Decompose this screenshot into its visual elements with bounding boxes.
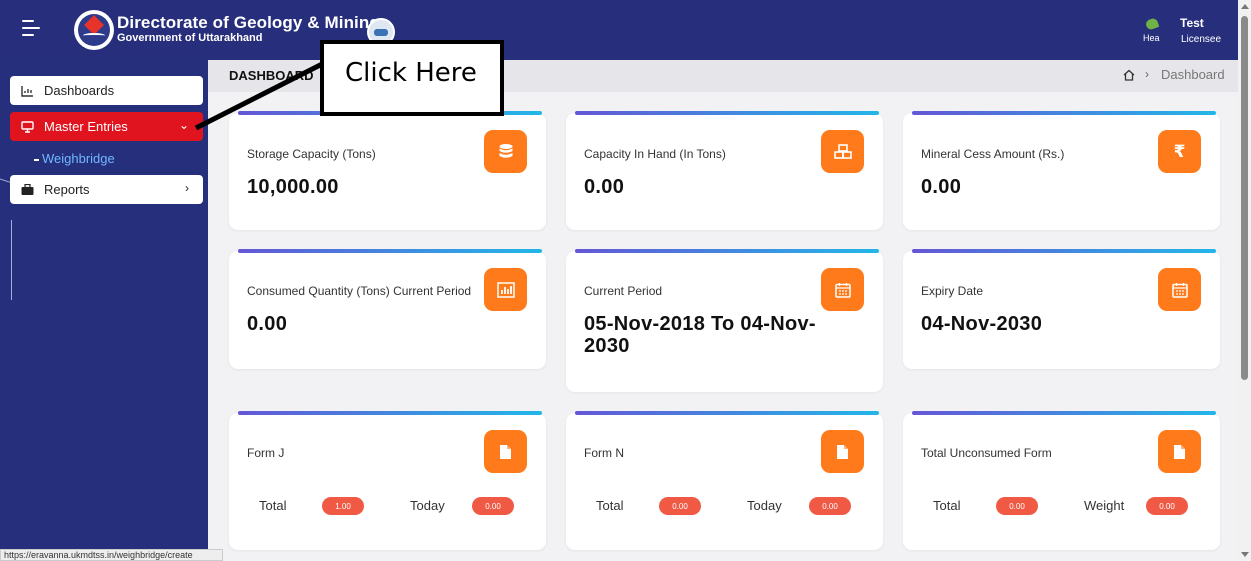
breadcrumb-current: Dashboard xyxy=(1161,67,1225,82)
stat-badge: 0.00 xyxy=(1146,497,1188,515)
bullet-icon xyxy=(34,158,39,161)
card-value: 0.00 xyxy=(921,176,962,198)
user-role: Licensee xyxy=(1181,34,1222,45)
card-value-line2: 2030 xyxy=(584,335,630,357)
stat-label: Today xyxy=(747,498,782,513)
card-expiry-date: Expiry Date 04-Nov-2030 xyxy=(903,249,1220,369)
file-icon xyxy=(821,430,864,473)
user-name[interactable]: Test xyxy=(1180,16,1204,30)
card-value-line1: 05-Nov-2018 To 04-Nov- xyxy=(584,313,816,335)
callout-text: Click Here xyxy=(345,58,477,88)
card-capacity-in-hand: Capacity In Hand (In Tons) 0.00 xyxy=(566,111,883,230)
card-value: 04-Nov-2030 xyxy=(921,313,1043,335)
stat-badge: 1.00 xyxy=(322,497,364,515)
card-current-period: Current Period 05-Nov-2018 To 04-Nov- 20… xyxy=(566,249,883,392)
card-value: 0.00 xyxy=(584,176,625,198)
stat-label: Total xyxy=(596,498,624,513)
card-label: Capacity In Hand (In Tons) xyxy=(584,147,726,161)
bar-chart-icon xyxy=(484,268,527,311)
card-label: Consumed Quantity (Tons) Current Period xyxy=(247,284,472,298)
calendar-icon xyxy=(821,268,864,311)
card-total-unconsumed-form: Total Unconsumed Form Total 0.00 Weight … xyxy=(903,411,1220,550)
stat-badge: 0.00 xyxy=(472,497,514,515)
stat-label: Weight xyxy=(1084,498,1125,513)
user-avatar[interactable]: Hea xyxy=(1143,17,1161,43)
status-url: https://eravanna.ukmdtss.in/weighbridge/… xyxy=(0,549,223,561)
card-form-n: Form N Total 0.00 Today 0.00 xyxy=(566,411,883,550)
calendar-icon xyxy=(1158,268,1201,311)
card-value: 10,000.00 xyxy=(247,176,339,198)
boxes-icon xyxy=(821,130,864,173)
card-label: Expiry Date xyxy=(921,284,984,298)
chevron-right-icon: › xyxy=(185,181,189,195)
card-label: Form N xyxy=(584,446,624,460)
stat-label: Today xyxy=(410,498,445,513)
stat-badge: 0.00 xyxy=(996,497,1038,515)
rupee-icon: ₹ xyxy=(1158,130,1201,173)
file-icon xyxy=(1158,430,1201,473)
breadcrumb-separator: › xyxy=(1145,67,1149,81)
card-mineral-cess: Mineral Cess Amount (Rs.) 0.00 ₹ xyxy=(903,111,1220,230)
file-icon xyxy=(484,430,527,473)
page-scrollbar[interactable] xyxy=(1238,0,1251,561)
card-label: Mineral Cess Amount (Rs.) xyxy=(921,147,1065,161)
scroll-up-icon[interactable] xyxy=(1241,4,1249,9)
card-consumed-quantity: Consumed Quantity (Tons) Current Period … xyxy=(229,249,546,369)
scrollbar-thumb[interactable] xyxy=(1241,16,1248,380)
stat-badge: 0.00 xyxy=(809,497,851,515)
card-label: Storage Capacity (Tons) xyxy=(247,147,376,161)
stat-label: Total xyxy=(933,498,961,513)
sidebar-pointer-line xyxy=(11,220,12,300)
card-label: Form J xyxy=(247,446,285,460)
card-label: Total Unconsumed Form xyxy=(921,446,1052,460)
sidebar-item-label: Reports xyxy=(44,182,90,197)
home-icon[interactable] xyxy=(1123,68,1135,81)
stat-label: Total xyxy=(259,498,287,513)
briefcase-icon xyxy=(21,183,34,196)
card-value: 0.00 xyxy=(247,313,288,335)
card-form-j: Form J Total 1.00 Today 0.00 xyxy=(229,411,546,550)
card-label: Current Period xyxy=(584,284,663,298)
sidebar-item-reports[interactable]: Reports › xyxy=(10,175,203,204)
sidebar-subitem-weighbridge[interactable]: Weighbridge xyxy=(34,151,115,166)
scroll-down-icon[interactable] xyxy=(1241,552,1249,557)
stat-badge: 0.00 xyxy=(659,497,701,515)
